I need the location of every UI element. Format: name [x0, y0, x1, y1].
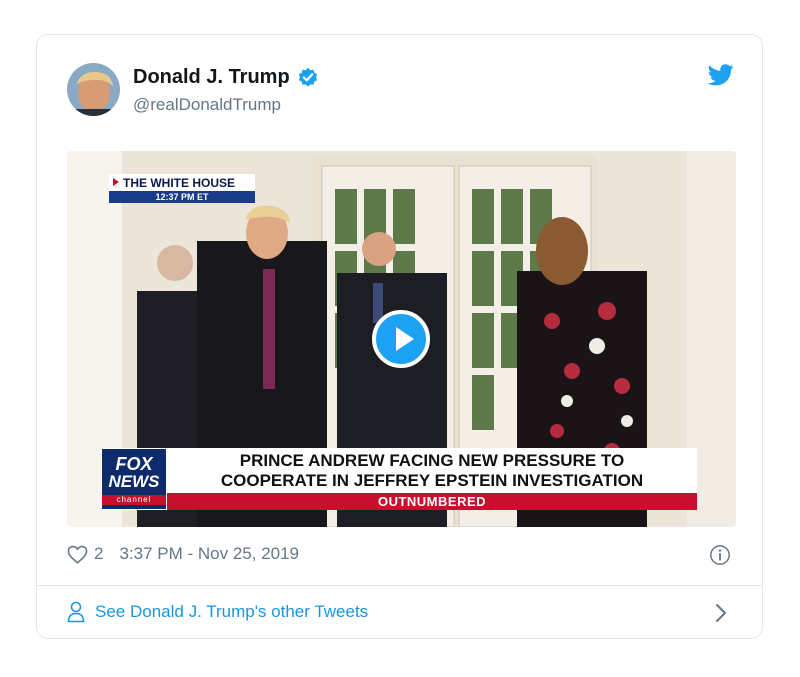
network-logo-line3: channel [102, 495, 166, 505]
chyron-line-2: COOPERATE IN JEFFREY EPSTEIN INVESTIGATI… [220, 471, 644, 490]
location-tag: THE WHITE HOUSE 12:37 PM ET [109, 174, 255, 203]
verified-badge-icon [298, 67, 317, 87]
location-tag-time: 12:37 PM ET [109, 191, 255, 203]
video-player[interactable]: THE WHITE HOUSE 12:37 PM ET FOX NEWS cha… [67, 151, 736, 527]
show-name-bar: OUTNUMBERED [167, 493, 697, 510]
chyron-line-1: PRINCE ANDREW FACING NEW PRESSURE TO [239, 451, 625, 470]
author-row: Donald J. Trump [133, 66, 319, 89]
tweet-timestamp[interactable]: 3:37 PM - Nov 25, 2019 [119, 544, 299, 564]
other-tweets-label[interactable]: See Donald J. Trump's other Tweets [95, 602, 368, 622]
divider [37, 585, 762, 586]
network-logo-line1: FOX [115, 454, 153, 474]
tweet-meta: 2 3:37 PM - Nov 25, 2019 [67, 544, 299, 564]
news-chyron: PRINCE ANDREW FACING NEW PRESSURE TO COO… [167, 448, 697, 493]
like-count[interactable]: 2 [94, 544, 103, 564]
person-icon [67, 601, 85, 623]
network-logo: FOX NEWS channel [101, 448, 167, 510]
author-handle[interactable]: @realDonaldTrump [133, 95, 281, 115]
location-tag-label: THE WHITE HOUSE [109, 174, 255, 191]
info-icon[interactable] [709, 544, 731, 566]
play-button[interactable] [372, 310, 430, 368]
other-tweets-link[interactable]: See Donald J. Trump's other Tweets [67, 601, 368, 623]
network-logo-line2: NEWS [108, 472, 160, 491]
heart-icon[interactable] [67, 545, 88, 564]
chevron-right-icon[interactable] [715, 603, 727, 623]
avatar[interactable] [67, 63, 120, 116]
author-name[interactable]: Donald J. Trump [133, 66, 290, 89]
tweet-card: Donald J. Trump @realDonaldTrump THE WHI… [36, 34, 763, 639]
twitter-bird-icon[interactable] [708, 64, 734, 86]
